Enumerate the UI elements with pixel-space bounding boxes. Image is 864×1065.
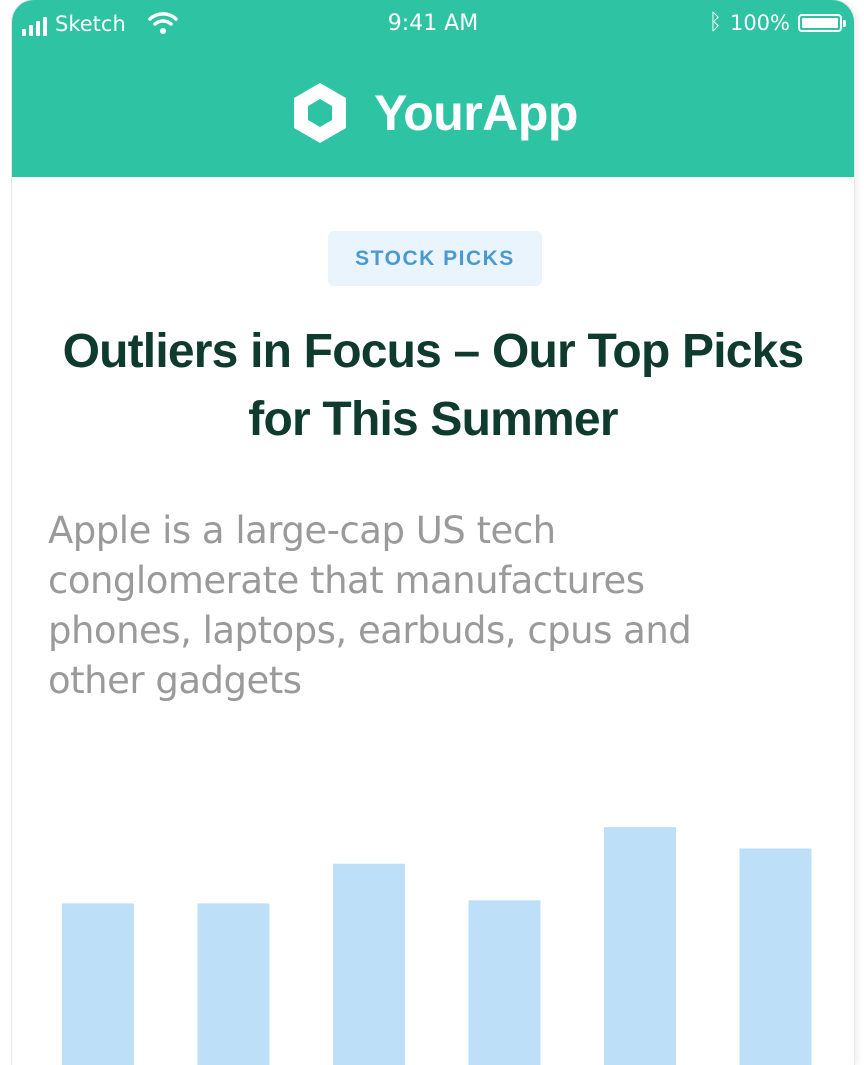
bluetooth-icon: ᛒ (708, 10, 722, 35)
chart-bar-5 (604, 827, 676, 1065)
chart-bar-2 (197, 903, 270, 1065)
battery-icon (798, 14, 846, 32)
chart-bar-6 (739, 848, 812, 1065)
article-title: Outliers in Focus – Our Top Picks for Th… (62, 325, 805, 446)
phone-screen: Sketch 9:41 AM ᛒ 100% YourApp STOCK PICK… (12, 0, 854, 1065)
hexagon-logo-icon (294, 83, 347, 143)
chart-bar-3 (333, 863, 405, 1065)
app-header: Sketch 9:41 AM ᛒ 100% YourApp (12, 0, 854, 177)
chart-bar-1 (62, 903, 134, 1065)
battery-percent: 100% (729, 11, 790, 35)
status-right: ᛒ 100% (708, 10, 846, 36)
app-brand: YourApp (12, 78, 854, 148)
category-tag[interactable]: STOCK PICKS (328, 231, 542, 286)
bar-chart (62, 827, 812, 1065)
article-description: Apple is a large-cap US tech conglomerat… (48, 509, 692, 702)
chart-bar-4 (468, 900, 541, 1065)
app-name: YourApp (374, 85, 578, 141)
status-bar: Sketch 9:41 AM ᛒ 100% (12, 0, 854, 50)
